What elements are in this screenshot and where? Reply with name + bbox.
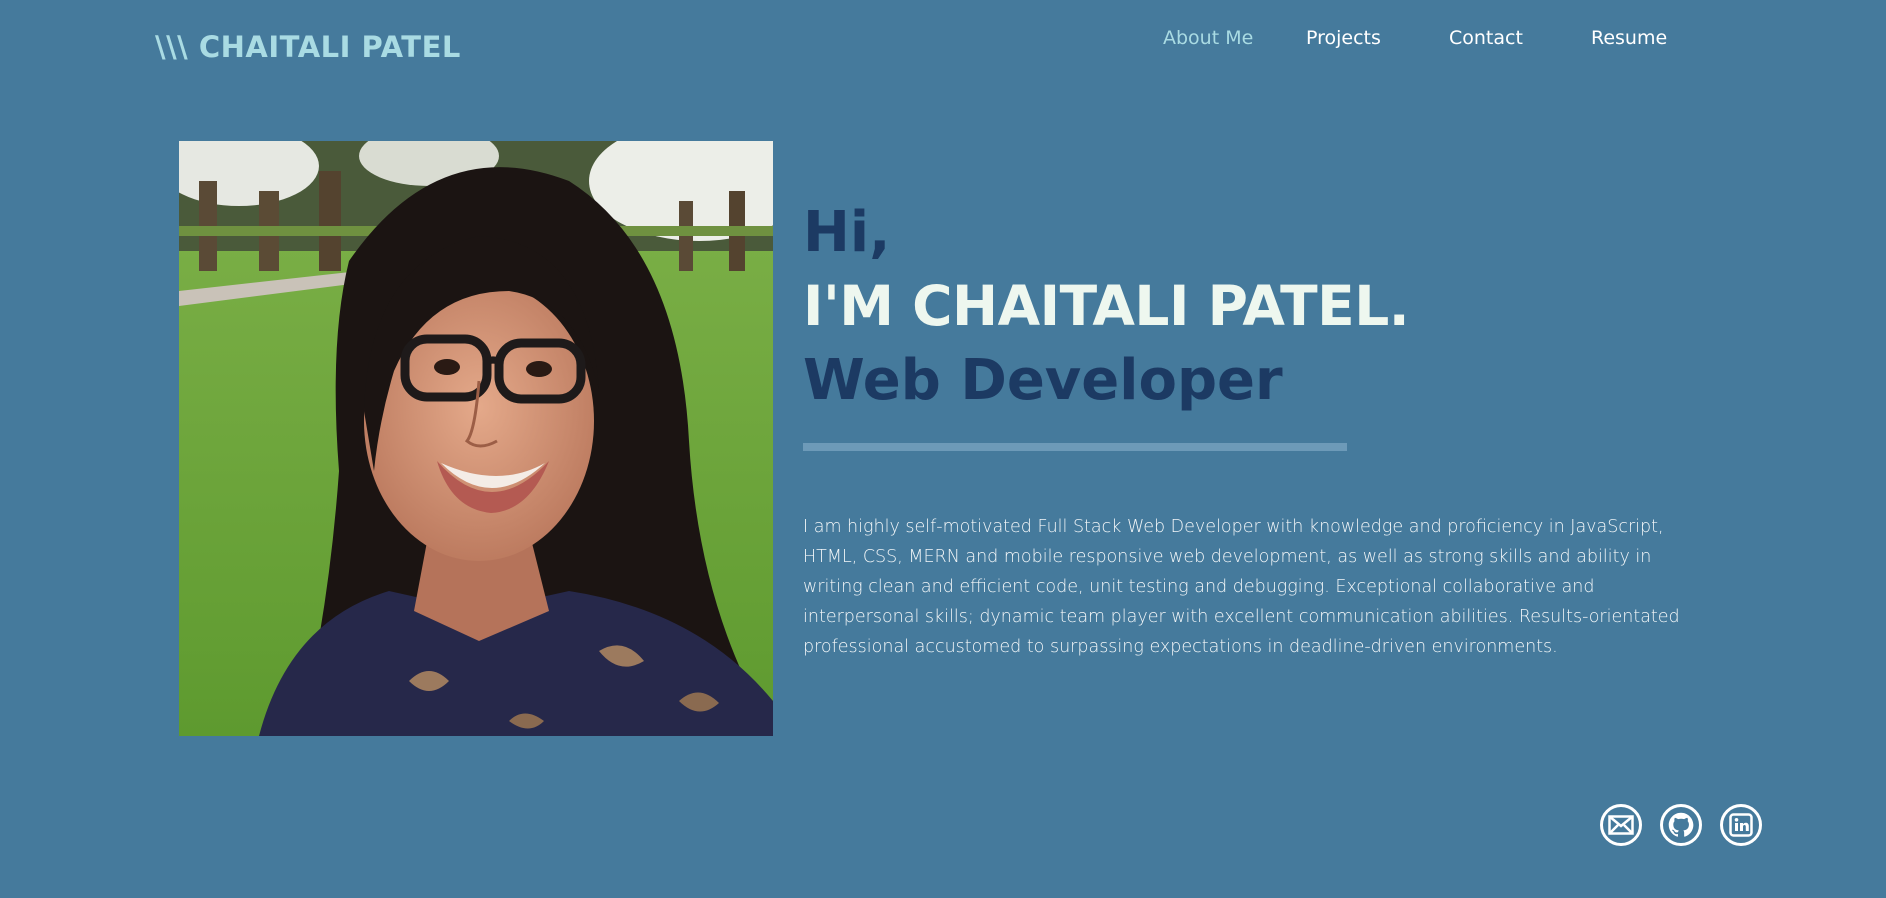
mail-icon — [1608, 815, 1634, 835]
email-link[interactable] — [1600, 804, 1642, 846]
github-link[interactable] — [1660, 804, 1702, 846]
github-icon — [1668, 812, 1694, 837]
profile-photo — [179, 141, 773, 736]
nav-contact[interactable]: Contact — [1449, 27, 1523, 49]
nav-resume[interactable]: Resume — [1591, 27, 1667, 49]
hero-name: I'M CHAITALI PATEL. — [803, 274, 1410, 338]
main-nav: About Me Projects Contact Resume — [0, 27, 1886, 57]
hero-greeting: Hi, — [803, 200, 891, 265]
hero-divider — [803, 443, 1347, 451]
linkedin-icon — [1729, 813, 1753, 837]
nav-about-me[interactable]: About Me — [1163, 27, 1253, 49]
linkedin-link[interactable] — [1720, 804, 1762, 846]
hero-bio: I am highly self-motivated Full Stack We… — [803, 517, 1680, 657]
nav-projects[interactable]: Projects — [1306, 27, 1381, 49]
hero-role: Web Developer — [803, 348, 1283, 413]
